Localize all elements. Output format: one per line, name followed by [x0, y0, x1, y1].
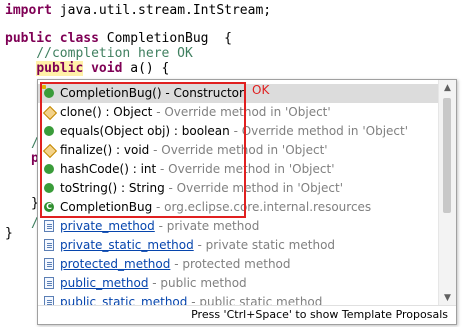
class-name: CompletionBug { — [98, 31, 232, 46]
proposal-description: - Override method in 'Object' — [229, 124, 409, 138]
proposal-description: - Override method in 'Object' — [156, 162, 335, 176]
public-method-icon — [44, 164, 54, 174]
proposal-item[interactable]: clone() : Object - Override method in 'O… — [38, 103, 438, 122]
scroll-down-icon[interactable]: ▼ — [439, 290, 456, 306]
proposal-description: - private static method — [193, 238, 336, 252]
class-keyword: class — [59, 31, 99, 46]
proposal-description: - Override method in 'Object' — [152, 105, 331, 119]
proposal-item[interactable]: private_method - private method — [38, 217, 438, 236]
proposal-item[interactable]: public_method - public method — [38, 274, 438, 293]
vertical-scrollbar[interactable]: ▲ ▼ — [438, 80, 456, 306]
proposal-name: public_method — [60, 276, 149, 290]
method-signature: a() { — [122, 61, 170, 76]
proposal-description: - Constructor — [161, 86, 244, 100]
proposal-item[interactable]: hashCode() : int - Override method in 'O… — [38, 160, 438, 179]
public-keyword-highlighted: public — [36, 61, 84, 76]
class-icon: C — [44, 202, 54, 212]
public-method-icon — [44, 183, 54, 193]
proposal-name: CompletionBug — [60, 200, 153, 214]
template-icon — [44, 220, 54, 232]
proposal-list[interactable]: CompletionBug() - Constructor clone() : … — [38, 80, 456, 306]
import-keyword: import — [5, 3, 52, 18]
proposal-item[interactable]: CompletionBug() - Constructor — [38, 84, 438, 103]
proposal-name: protected_method — [60, 257, 171, 271]
proposal-description: - private method — [154, 219, 260, 233]
proposal-description: - org.eclipse.core.internal.resources — [152, 200, 372, 214]
protected-method-icon — [42, 143, 58, 159]
proposal-name: CompletionBug() — [60, 86, 162, 100]
import-line: import java.util.stream.IntStream; — [5, 2, 271, 20]
template-icon — [44, 277, 54, 289]
proposal-description: - Override method in 'Object' — [164, 181, 344, 195]
proposal-name: clone() : Object — [60, 105, 153, 119]
proposal-item[interactable]: equals(Object obj) : boolean - Override … — [38, 122, 438, 141]
scroll-up-icon[interactable]: ▲ — [439, 80, 456, 96]
method-declaration-line: public void a() { — [5, 60, 169, 78]
proposal-description: - protected method — [170, 257, 291, 271]
import-text: java.util.stream.IntStream; — [51, 3, 272, 18]
proposal-name: equals(Object obj) : boolean — [60, 124, 230, 138]
scrollbar-thumb[interactable] — [443, 98, 451, 213]
void-keyword: void — [91, 61, 123, 76]
content-assist-popup[interactable]: CompletionBug() - Constructor clone() : … — [37, 79, 457, 325]
template-icon — [44, 239, 54, 251]
footer-text: Press 'Ctrl+Space' to show Template Prop… — [191, 308, 448, 321]
proposal-name: finalize() : void — [60, 143, 150, 157]
closing-brace: } — [5, 226, 13, 241]
public-method-icon — [44, 126, 54, 136]
ok-annotation: OK — [252, 83, 270, 97]
template-icon — [44, 258, 54, 270]
proposal-name: hashCode() : int — [60, 162, 157, 176]
proposal-item[interactable]: protected_method - protected method — [38, 255, 438, 274]
protected-method-icon — [42, 105, 58, 121]
proposal-item[interactable]: C CompletionBug - org.eclipse.core.inter… — [38, 198, 438, 217]
proposal-item[interactable]: finalize() : void - Override method in '… — [38, 141, 438, 160]
proposal-name: private_method — [60, 219, 155, 233]
proposal-description: - public method — [148, 276, 247, 290]
public-keyword: public — [5, 31, 52, 46]
constructor-icon — [42, 85, 54, 98]
proposal-item[interactable]: toString() : String - Override method in… — [38, 179, 438, 198]
proposal-name: private_static_method — [60, 238, 194, 252]
proposal-name: toString() : String — [60, 181, 165, 195]
status-footer: Press 'Ctrl+Space' to show Template Prop… — [38, 305, 456, 324]
proposal-item[interactable]: private_static_method - private static m… — [38, 236, 438, 255]
proposal-description: - Override method in 'Object' — [149, 143, 328, 157]
